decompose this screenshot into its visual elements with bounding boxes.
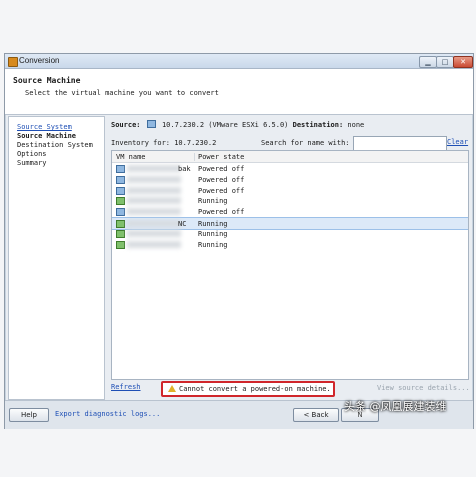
table-row[interactable]: Powered off: [112, 174, 468, 185]
power-state-cell: Running: [198, 240, 228, 249]
vm-table: VM name Power state bak Powered off Powere…: [111, 150, 469, 380]
nav-item-source-system[interactable]: Source System: [17, 123, 72, 131]
search-input[interactable]: [353, 136, 447, 151]
close-button[interactable]: ✕: [453, 56, 473, 68]
table-row[interactable]: Powered off: [112, 206, 468, 217]
warning-message: Cannot convert a powered-on machine.: [161, 381, 335, 397]
redacted-name: [127, 165, 181, 172]
vm-off-icon: [116, 208, 125, 217]
warning-text: Cannot convert a powered-on machine.: [179, 385, 331, 393]
inventory-label: Inventory for: 10.7.230.2: [111, 139, 217, 147]
redacted-name: [127, 208, 181, 216]
vm-on-icon: [116, 229, 125, 238]
column-vm-name[interactable]: VM name: [116, 153, 146, 161]
destination-label: Destination:: [292, 121, 344, 129]
power-state-cell: Running: [198, 229, 228, 238]
vm-off-icon: [116, 165, 125, 173]
minimize-button[interactable]: ▁: [419, 56, 437, 68]
table-row[interactable]: Powered off: [112, 185, 468, 196]
nav-item-summary: Summary: [17, 159, 47, 167]
column-power-state[interactable]: Power state: [194, 153, 244, 161]
power-state-cell: Powered off: [198, 208, 245, 217]
vm-on-icon: [116, 220, 125, 228]
host-icon: [146, 120, 156, 128]
clear-link[interactable]: Clear: [447, 138, 468, 146]
back-button[interactable]: < Back: [293, 408, 339, 422]
help-button[interactable]: Help: [9, 408, 49, 422]
table-row[interactable]: bak Powered off: [112, 163, 468, 174]
nav-item-destination-system: Destination System: [17, 141, 93, 149]
maximize-button[interactable]: □: [436, 56, 454, 68]
power-state-cell: Running: [198, 220, 228, 228]
source-label: Source:: [111, 121, 141, 129]
power-state-cell: Powered off: [198, 186, 245, 195]
table-row[interactable]: Running: [112, 228, 468, 239]
watermark: 头条 @凤凰展建装维: [344, 400, 447, 413]
page-title: Source Machine: [13, 76, 81, 85]
view-source-details-link: View source details...: [377, 384, 470, 392]
destination-value: none: [347, 121, 365, 129]
table-row[interactable]: Running: [112, 239, 468, 250]
power-state-cell: Powered off: [198, 165, 245, 173]
table-header: VM name Power state: [112, 151, 468, 163]
refresh-link[interactable]: Refresh: [111, 383, 141, 391]
vm-name-cell: bak: [178, 165, 191, 173]
window-title: Conversion: [19, 56, 60, 65]
vm-name-cell: NC: [178, 220, 187, 228]
vm-on-icon: [116, 197, 125, 206]
search-label: Search for name with:: [261, 139, 350, 147]
redacted-name: [127, 240, 181, 248]
title-bar: Conversion ▁ □ ✕: [5, 54, 473, 69]
wizard-nav: Source System Source Machine Destination…: [8, 116, 105, 400]
vm-off-icon: [116, 186, 125, 195]
source-value: 10.7.230.2 (VMware ESXi 6.5.0): [161, 121, 289, 129]
page-subtitle: Select the virtual machine you want to c…: [25, 89, 219, 97]
vm-off-icon: [116, 175, 125, 184]
redacted-name: [127, 220, 181, 227]
nav-item-source-machine: Source Machine: [17, 132, 77, 140]
vm-on-icon: [116, 240, 125, 249]
main-panel: Source: 10.7.230.2 (VMware ESXi 6.5.0) D…: [109, 116, 471, 398]
conversion-window: Conversion ▁ □ ✕ Source Machine Select t…: [4, 53, 474, 429]
redacted-name: [127, 175, 181, 183]
redacted-name: [127, 186, 181, 194]
redacted-name: [127, 229, 181, 237]
warning-icon: [168, 385, 176, 392]
power-state-cell: Powered off: [198, 175, 245, 184]
table-row[interactable]: Running: [112, 195, 468, 206]
power-state-cell: Running: [198, 197, 228, 206]
wizard-header: Source Machine Select the virtual machin…: [5, 69, 473, 115]
export-logs-link[interactable]: Export diagnostic logs...: [55, 410, 160, 418]
source-line: Source: 10.7.230.2 (VMware ESXi 6.5.0) D…: [111, 120, 364, 129]
nav-item-options: Options: [17, 150, 47, 158]
redacted-name: [127, 197, 181, 205]
app-icon: [8, 57, 18, 67]
